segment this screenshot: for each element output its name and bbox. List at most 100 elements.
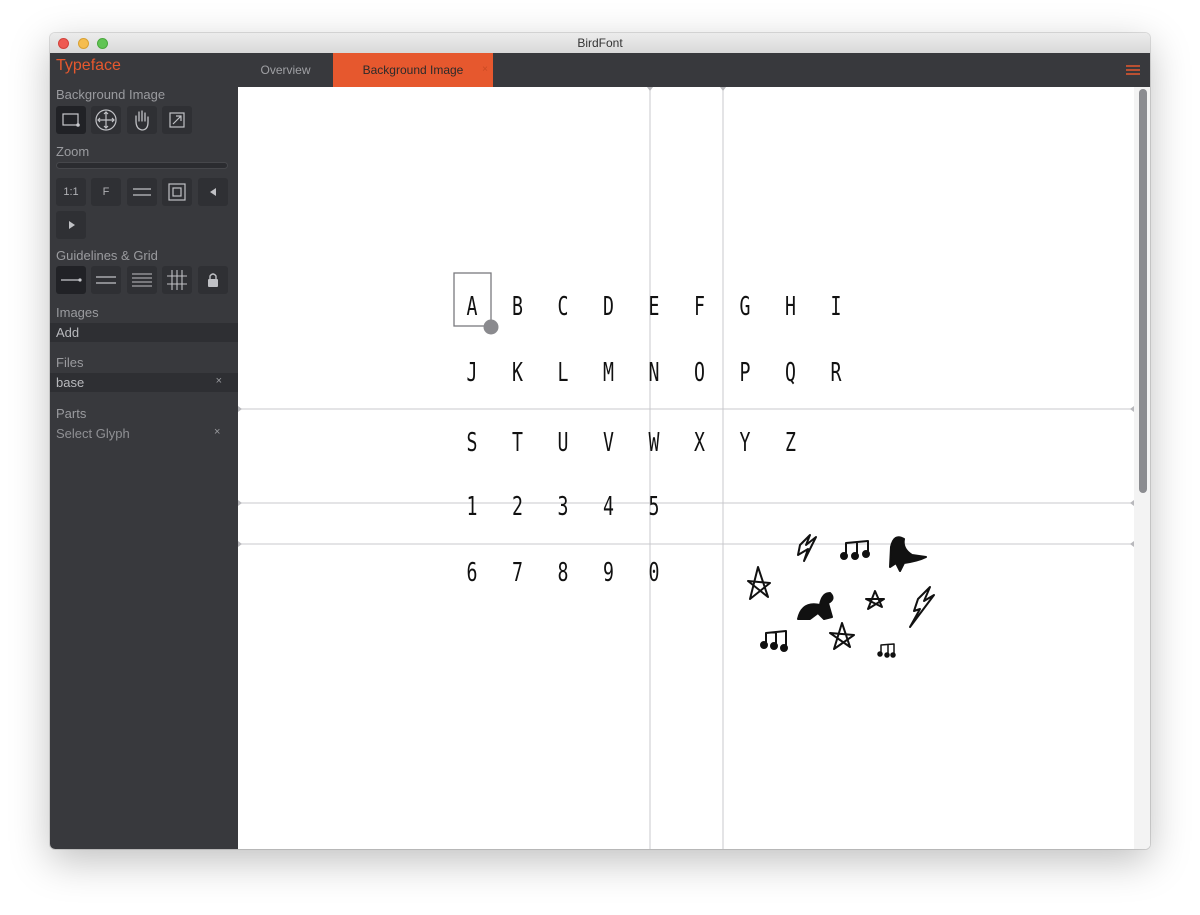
guide-handle[interactable] xyxy=(720,87,726,91)
glyph-a[interactable]: A xyxy=(467,292,478,322)
music-note-icon xyxy=(877,643,896,658)
select-background-tool[interactable] xyxy=(56,106,86,134)
part-item-select-glyph[interactable]: Select Glyph × xyxy=(56,426,220,441)
triangle-right-icon xyxy=(69,221,75,229)
scale-background-tool[interactable] xyxy=(162,106,192,134)
tab-background-image[interactable]: Background Image × xyxy=(333,53,493,87)
section-parts: Parts xyxy=(56,406,87,421)
star-icon xyxy=(747,566,771,600)
glyph-o[interactable]: O xyxy=(694,358,705,388)
title-bar: BirdFont xyxy=(50,33,1150,54)
glyph-x[interactable]: X xyxy=(694,428,705,458)
glyph-6[interactable]: 6 xyxy=(467,558,478,588)
glyph-1[interactable]: 1 xyxy=(467,492,478,522)
hand-tool[interactable] xyxy=(127,106,157,134)
glyph-e[interactable]: E xyxy=(649,292,660,322)
guide-handle[interactable] xyxy=(1130,541,1134,547)
add-image-row[interactable]: Add xyxy=(50,323,238,342)
zoom-fit-button[interactable]: F xyxy=(91,178,121,206)
zoom-1-1-button[interactable]: 1:1 xyxy=(56,178,86,206)
hand-icon xyxy=(135,110,149,131)
glyph-0[interactable]: 0 xyxy=(649,558,660,588)
sidebar-title: Typeface xyxy=(56,57,121,74)
glyph-l[interactable]: L xyxy=(558,358,569,388)
tab-background-image-label: Background Image xyxy=(362,63,464,77)
show-guides-button[interactable] xyxy=(56,266,86,294)
remove-part-icon[interactable]: × xyxy=(214,426,220,438)
guide-handle[interactable] xyxy=(647,87,653,91)
previous-view-button[interactable] xyxy=(198,178,228,206)
glyph-5[interactable]: 5 xyxy=(649,492,660,522)
grid-icon xyxy=(167,270,187,290)
doodle-cluster xyxy=(747,534,935,658)
close-tab-icon[interactable]: × xyxy=(482,53,488,87)
section-zoom: Zoom xyxy=(56,144,90,159)
rectangle-select-icon xyxy=(62,113,80,127)
single-guide-icon xyxy=(61,278,82,282)
next-view-button[interactable] xyxy=(56,211,86,239)
triangle-left-icon xyxy=(210,188,216,196)
background-image-canvas[interactable]: A B C D E F G H I J K L M N O P Q R S T U V W X Y Z 1 2 3 4 5 6 7 8 9 0 xyxy=(238,87,1150,849)
glyph-v[interactable]: V xyxy=(603,428,614,458)
glyph-p[interactable]: P xyxy=(740,358,751,388)
window-title: BirdFont xyxy=(577,36,623,50)
frame-icon xyxy=(168,183,186,201)
zoom-frame-button[interactable] xyxy=(162,178,192,206)
guide-handle[interactable] xyxy=(1130,500,1134,506)
double-guide-icon xyxy=(96,276,116,284)
metrics-guides-button[interactable] xyxy=(91,266,121,294)
grid-button[interactable] xyxy=(162,266,192,294)
glyph-f[interactable]: F xyxy=(694,292,705,322)
glyph-s[interactable]: S xyxy=(467,428,478,458)
move-arrows-icon xyxy=(95,109,117,131)
lock-guides-button[interactable] xyxy=(198,266,228,294)
zoom-boundaries-button[interactable] xyxy=(127,178,157,206)
glyph-t[interactable]: T xyxy=(512,428,523,458)
glyph-b[interactable]: B xyxy=(512,292,523,322)
glyph-m[interactable]: M xyxy=(603,358,614,388)
glyph-r[interactable]: R xyxy=(831,358,842,388)
tab-bar: Overview Background Image × xyxy=(238,53,1150,87)
remove-file-icon[interactable]: × xyxy=(216,375,222,387)
section-guidelines: Guidelines & Grid xyxy=(56,248,158,263)
canvas-drawing: A B C D E F G H I J K L M N O P Q R S T U V W X Y Z 1 2 3 4 5 6 7 8 9 0 xyxy=(238,87,1134,849)
guide-handle[interactable] xyxy=(238,406,242,412)
guide-handle[interactable] xyxy=(1130,406,1134,412)
glyph-2[interactable]: 2 xyxy=(512,492,523,522)
tab-overview-label: Overview xyxy=(260,63,311,77)
glyph-n[interactable]: N xyxy=(649,358,660,388)
section-files: Files xyxy=(56,355,84,370)
sidebar: Typeface Background Image Zoom 1:1 F Gui… xyxy=(50,53,238,849)
glyph-3[interactable]: 3 xyxy=(558,492,569,522)
glyph-k[interactable]: K xyxy=(512,358,523,388)
glyph-4[interactable]: 4 xyxy=(603,492,614,522)
app-window: BirdFont Typeface Background Image Zoom … xyxy=(50,33,1150,849)
glyph-y[interactable]: Y xyxy=(740,428,751,458)
glyph-j[interactable]: J xyxy=(467,358,478,388)
guide-handle[interactable] xyxy=(238,500,242,506)
glyph-u[interactable]: U xyxy=(558,428,569,458)
glyph-q[interactable]: Q xyxy=(785,358,796,388)
guide-handle[interactable] xyxy=(238,541,242,547)
part-item-label: Select Glyph xyxy=(56,426,130,441)
tab-overview[interactable]: Overview xyxy=(238,53,333,87)
glyph-c[interactable]: C xyxy=(558,292,569,322)
zoom-slider[interactable] xyxy=(56,162,228,169)
glyph-7[interactable]: 7 xyxy=(512,558,523,588)
bolt-icon xyxy=(797,534,817,562)
glyph-9[interactable]: 9 xyxy=(603,558,614,588)
hamburger-menu-icon[interactable] xyxy=(1126,64,1140,76)
extended-guides-button[interactable] xyxy=(127,266,157,294)
vertical-scrollbar[interactable] xyxy=(1139,89,1147,493)
glyph-z[interactable]: Z xyxy=(785,428,796,458)
selection-resize-handle[interactable] xyxy=(483,319,499,335)
glyph-w[interactable]: W xyxy=(649,428,660,458)
glyph-8[interactable]: 8 xyxy=(558,558,569,588)
horizontal-lines-icon xyxy=(133,188,151,196)
glyph-i[interactable]: I xyxy=(831,292,842,322)
move-background-tool[interactable] xyxy=(91,106,121,134)
glyph-g[interactable]: G xyxy=(740,292,751,322)
file-item-base[interactable]: base × xyxy=(50,373,238,392)
glyph-h[interactable]: H xyxy=(785,292,796,322)
glyph-d[interactable]: D xyxy=(603,292,614,322)
